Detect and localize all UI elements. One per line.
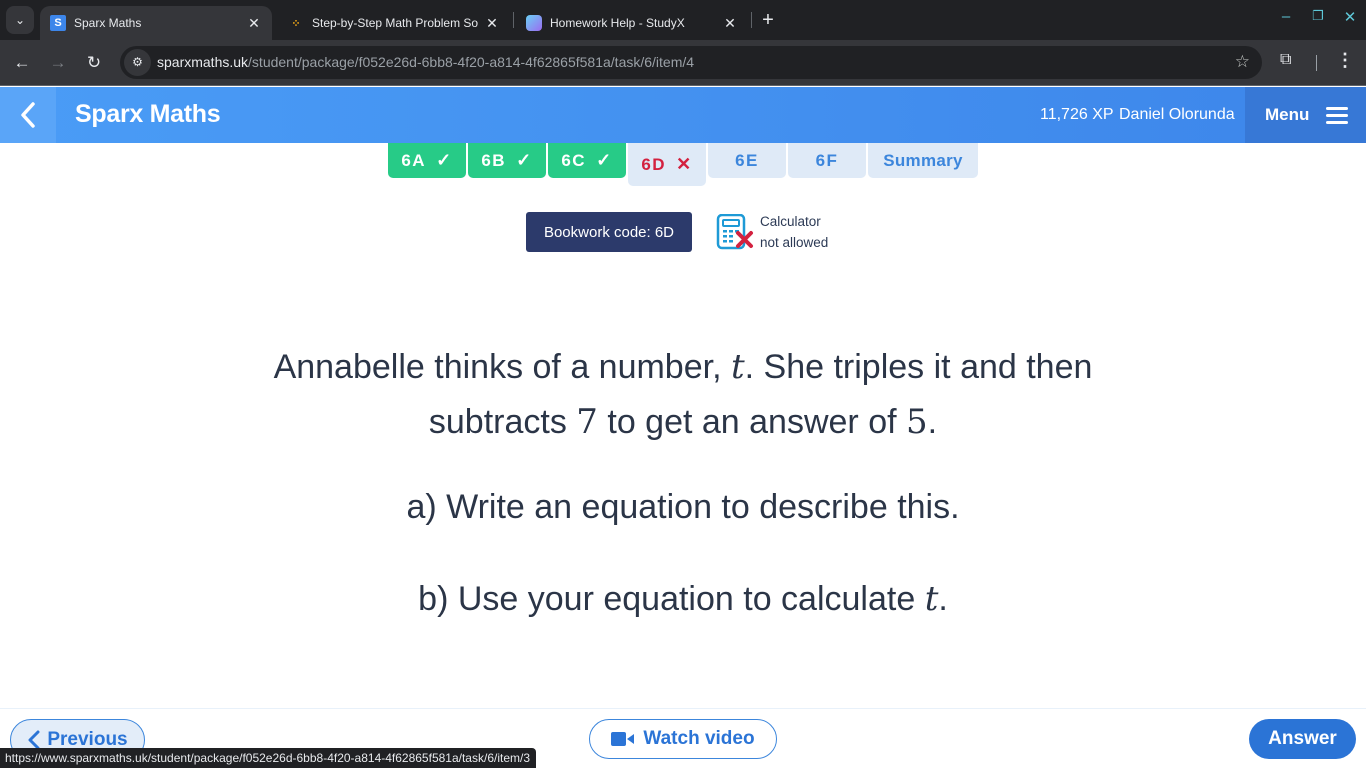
toolbar-divider <box>1316 55 1317 71</box>
menu-button[interactable]: Menu <box>1245 87 1366 143</box>
app-logo[interactable]: Sparx Maths <box>75 100 221 129</box>
question-part-a: a) Write an equation to describe this. <box>406 488 960 526</box>
tab-search-button[interactable]: ⌄ <box>6 6 34 34</box>
task-tab-summary[interactable]: Summary <box>868 143 978 178</box>
task-tab-6e[interactable]: 6E <box>708 143 786 178</box>
video-camera-icon <box>611 732 635 746</box>
tab-title: Sparx Maths <box>74 16 142 30</box>
app-header: Sparx Maths 11,726 XP Daniel Olorunda Me… <box>0 87 1366 143</box>
extensions-puzzle-icon[interactable]: ⧉ <box>1280 51 1291 69</box>
check-icon: ✓ <box>596 150 613 170</box>
back-arrow-icon[interactable]: ← <box>10 51 34 75</box>
calculator-status: Calculator not allowed <box>760 214 829 250</box>
check-icon: ✓ <box>436 150 453 170</box>
calculator-not-allowed-icon <box>716 214 753 250</box>
forward-arrow-icon[interactable]: → <box>46 51 70 75</box>
menu-label: Menu <box>1265 105 1310 124</box>
task-tab-6d[interactable]: 6D ✕ <box>628 143 706 186</box>
footer-divider <box>0 708 1366 709</box>
watch-video-button[interactable]: Watch video <box>589 719 777 759</box>
check-icon: ✓ <box>516 150 533 170</box>
task-tab-6a[interactable]: 6A ✓ <box>388 143 466 178</box>
studyx-favicon-icon <box>526 15 542 31</box>
hamburger-icon <box>1326 103 1349 128</box>
question-text: Annabelle thinks of a number, t. She tri… <box>273 347 1093 442</box>
close-tab-icon[interactable]: ✕ <box>246 15 262 32</box>
browser-tab-step-by-step[interactable]: ⁘ Step-by-Step Math Problem Sol ✕ <box>278 6 510 40</box>
question-part-b: b) Use your equation to calculate t. <box>418 579 948 619</box>
browser-menu-icon[interactable]: ⋮ <box>1336 50 1354 71</box>
link-status-bubble: https://www.sparxmaths.uk/student/packag… <box>0 748 536 768</box>
answer-button[interactable]: Answer <box>1249 719 1356 759</box>
chevron-left-icon <box>21 102 35 128</box>
close-window-icon[interactable]: ✕ <box>1338 8 1362 26</box>
reload-icon[interactable]: ↻ <box>82 51 106 75</box>
close-tab-icon[interactable]: ✕ <box>722 15 738 32</box>
chevron-down-icon: ⌄ <box>14 13 26 27</box>
browser-tab-studyx[interactable]: Homework Help - StudyX ✕ <box>516 6 748 40</box>
tab-divider <box>513 12 514 28</box>
bookmark-star-icon[interactable]: ☆ <box>1235 52 1250 72</box>
new-tab-button[interactable]: + <box>758 8 778 32</box>
tab-title: Homework Help - StudyX <box>550 16 685 30</box>
task-item-tabs: 6A ✓ 6B ✓ 6C ✓ 6D ✕ 6E 6F Summary <box>388 143 980 186</box>
cross-icon: ✕ <box>676 154 693 174</box>
task-tab-6b[interactable]: 6B ✓ <box>468 143 546 178</box>
close-tab-icon[interactable]: ✕ <box>484 15 500 32</box>
url-text[interactable]: sparxmaths.uk/student/package/f052e26d-6… <box>157 54 694 70</box>
browser-tab-sparx[interactable]: S Sparx Maths ✕ <box>40 6 272 40</box>
tab-divider <box>751 12 752 28</box>
xp-counter: 11,726 XP <box>1040 106 1114 123</box>
address-bar[interactable]: ⚙ sparxmaths.uk/student/package/f052e26d… <box>120 46 1262 79</box>
minimize-icon[interactable]: – <box>1274 8 1298 25</box>
bookwork-code-badge: Bookwork code: 6D <box>526 212 692 252</box>
restore-icon[interactable]: ❐ <box>1306 8 1330 24</box>
app-back-button[interactable] <box>0 87 56 143</box>
chevron-left-icon <box>28 730 40 750</box>
task-tab-6f[interactable]: 6F <box>788 143 866 178</box>
step-favicon-icon: ⁘ <box>291 17 301 30</box>
sparx-favicon-icon: S <box>50 15 66 31</box>
user-name: Daniel Olorunda <box>1119 106 1235 123</box>
task-tab-6c[interactable]: 6C ✓ <box>548 143 626 178</box>
site-info-icon[interactable]: ⚙ <box>124 49 151 76</box>
browser-toolbar: ← → ↻ ⚙ sparxmaths.uk/student/package/f0… <box>0 40 1366 86</box>
tab-title: Step-by-Step Math Problem Sol <box>312 16 478 30</box>
browser-tab-strip: ⌄ S Sparx Maths ✕ ⁘ Step-by-Step Math Pr… <box>0 0 1366 40</box>
variable-t: t <box>730 347 745 387</box>
